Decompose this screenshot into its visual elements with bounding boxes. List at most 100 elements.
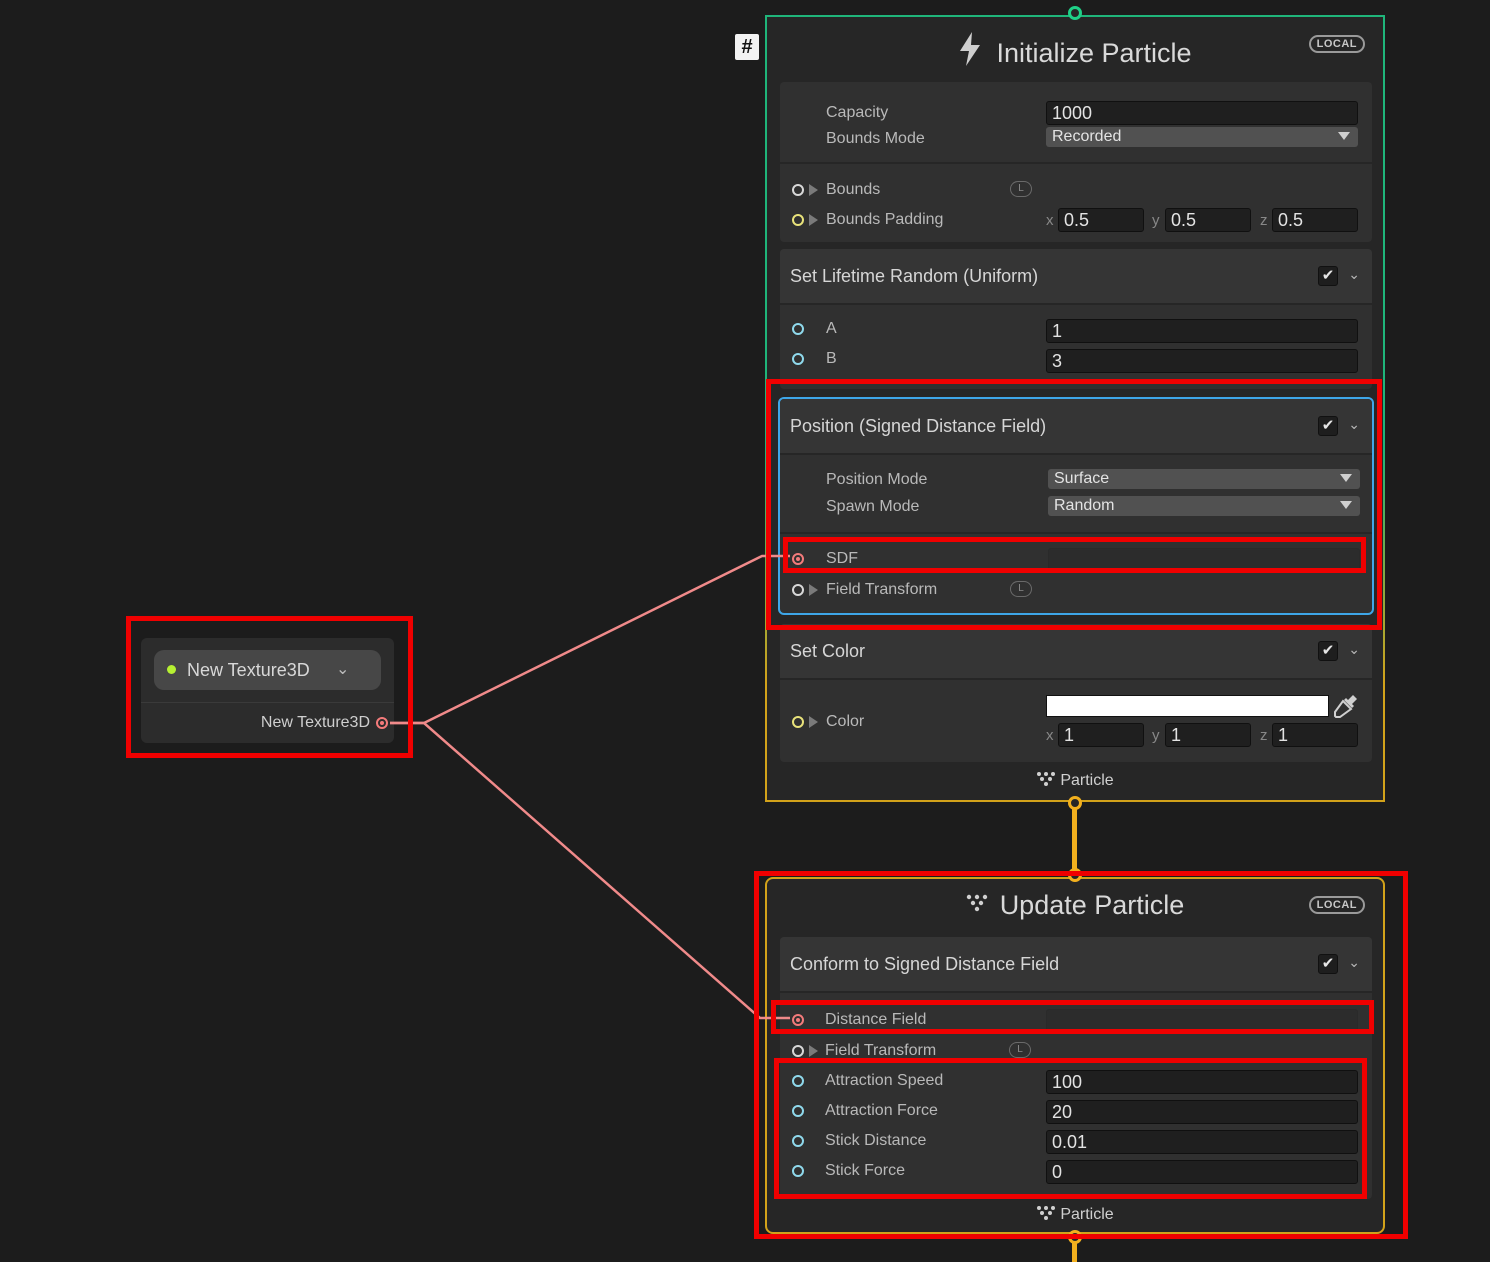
padding-z-field[interactable]: 0.5 xyxy=(1272,208,1358,232)
field-transform-label: Field Transform xyxy=(825,1042,937,1059)
expand-triangle-icon[interactable] xyxy=(809,584,818,596)
b-port[interactable] xyxy=(792,353,804,365)
enable-checkbox[interactable]: ✔ xyxy=(1318,954,1338,974)
enable-checkbox[interactable]: ✔ xyxy=(1318,641,1338,661)
attraction-speed-field[interactable]: 100 xyxy=(1046,1070,1358,1094)
x-axis-label: x xyxy=(1046,727,1054,744)
local-badge[interactable]: LOCAL xyxy=(1308,35,1365,53)
color-swatch[interactable] xyxy=(1046,695,1329,717)
hash-badge[interactable]: # xyxy=(735,34,759,60)
field-transform-port[interactable] xyxy=(792,1045,804,1057)
attraction-force-port[interactable] xyxy=(792,1105,804,1117)
chevron-down-icon[interactable]: ⌄ xyxy=(1348,266,1360,283)
chevron-down-icon[interactable]: ⌄ xyxy=(1348,416,1360,433)
eyedropper-icon[interactable] xyxy=(1333,693,1359,724)
attraction-speed-label: Attraction Speed xyxy=(825,1072,944,1089)
y-axis-label: y xyxy=(1152,212,1160,229)
particle-icon xyxy=(966,888,988,919)
texture3d-node-header[interactable]: New Texture3D ⌄ xyxy=(154,650,381,690)
texture3d-output-port[interactable] xyxy=(376,717,388,729)
enable-checkbox[interactable]: ✔ xyxy=(1318,266,1338,286)
field-transform-port[interactable] xyxy=(792,584,804,596)
distance-field-object-field xyxy=(1046,1009,1358,1033)
a-label: A xyxy=(826,320,837,337)
flow-output-label: Particle xyxy=(767,1205,1383,1226)
position-mode-label: Position Mode xyxy=(826,471,928,488)
initialize-particle-context[interactable]: Initialize Particle LOCAL Capacity 1000 … xyxy=(765,15,1385,802)
conform-sdf-block[interactable]: Conform to Signed Distance Field ✔ ⌄ Dis… xyxy=(780,937,1372,1199)
a-port[interactable] xyxy=(792,323,804,335)
dropdown-arrow-icon xyxy=(1340,501,1352,509)
stick-distance-port[interactable] xyxy=(792,1135,804,1147)
distance-field-wire[interactable] xyxy=(390,721,790,1020)
stick-distance-field[interactable]: 0.01 xyxy=(1046,1130,1358,1154)
divider xyxy=(780,162,1372,164)
local-badge[interactable]: LOCAL xyxy=(1308,896,1365,914)
set-lifetime-block[interactable]: Set Lifetime Random (Uniform) ✔ ⌄ A 1 B … xyxy=(780,249,1372,389)
local-space-badge[interactable]: L xyxy=(1010,581,1032,597)
stick-distance-label: Stick Distance xyxy=(825,1132,927,1149)
update-particle-context[interactable]: Update Particle LOCAL Conform to Signed … xyxy=(765,877,1385,1234)
stick-force-field[interactable]: 0 xyxy=(1046,1160,1358,1184)
stick-force-port[interactable] xyxy=(792,1165,804,1177)
expand-triangle-icon[interactable] xyxy=(809,1045,818,1057)
local-space-badge[interactable]: L xyxy=(1010,181,1032,197)
update-title: Update Particle xyxy=(767,888,1383,921)
color-port[interactable] xyxy=(792,716,804,728)
z-axis-label: z xyxy=(1260,212,1268,229)
divider xyxy=(780,532,1372,534)
chevron-down-icon[interactable]: ⌄ xyxy=(1348,641,1360,658)
padding-y-field[interactable]: 0.5 xyxy=(1165,208,1251,232)
expand-triangle-icon[interactable] xyxy=(809,716,818,728)
bounds-port[interactable] xyxy=(792,184,804,196)
dropdown-arrow-icon xyxy=(1340,474,1352,482)
flow-output-port[interactable] xyxy=(1068,1230,1082,1244)
set-color-block[interactable]: Set Color ✔ ⌄ Color x 1 y 1 z 1 xyxy=(780,624,1372,762)
block-header[interactable]: Conform to Signed Distance Field ✔ ⌄ xyxy=(780,937,1372,993)
capacity-field[interactable]: 1000 xyxy=(1046,101,1358,125)
block-header[interactable]: Set Color ✔ ⌄ xyxy=(780,624,1372,680)
z-axis-label: z xyxy=(1260,727,1268,744)
status-dot-icon xyxy=(167,665,176,674)
initialize-title: Initialize Particle xyxy=(767,32,1383,73)
bounds-mode-label: Bounds Mode xyxy=(826,130,925,147)
bounds-mode-dropdown[interactable]: Recorded xyxy=(1046,127,1358,147)
attraction-force-field[interactable]: 20 xyxy=(1046,1100,1358,1124)
flow-output-port[interactable] xyxy=(1068,796,1082,810)
flow-input-port[interactable] xyxy=(1068,6,1082,20)
chevron-down-icon[interactable]: ⌄ xyxy=(1348,954,1360,971)
local-space-badge[interactable]: L xyxy=(1009,1042,1031,1058)
distance-field-port[interactable] xyxy=(792,1014,804,1026)
x-axis-label: x xyxy=(1046,212,1054,229)
texture3d-node[interactable]: New Texture3D ⌄ New Texture3D xyxy=(141,638,394,743)
flow-input-port[interactable] xyxy=(1068,868,1082,882)
color-y-field[interactable]: 1 xyxy=(1165,723,1251,747)
sdf-port[interactable] xyxy=(792,553,804,565)
chevron-down-icon[interactable]: ⌄ xyxy=(336,659,349,679)
position-mode-dropdown[interactable]: Surface xyxy=(1048,469,1360,489)
spawn-mode-dropdown[interactable]: Random xyxy=(1048,496,1360,516)
color-x-field[interactable]: 1 xyxy=(1058,723,1144,747)
enable-checkbox[interactable]: ✔ xyxy=(1318,416,1338,436)
padding-x-field[interactable]: 0.5 xyxy=(1058,208,1144,232)
attraction-speed-port[interactable] xyxy=(792,1075,804,1087)
system-border-right xyxy=(1406,20,1414,1250)
color-z-field[interactable]: 1 xyxy=(1272,723,1358,747)
particle-icon xyxy=(1036,1205,1056,1226)
bounds-padding-port[interactable] xyxy=(792,214,804,226)
divider xyxy=(141,702,394,703)
a-field[interactable]: 1 xyxy=(1046,319,1358,343)
sdf-label: SDF xyxy=(826,550,858,567)
position-sdf-block[interactable]: Position (Signed Distance Field) ✔ ⌄ Pos… xyxy=(778,397,1374,615)
block-header[interactable]: Position (Signed Distance Field) ✔ ⌄ xyxy=(780,399,1372,455)
expand-triangle-icon[interactable] xyxy=(809,184,818,196)
block-header[interactable]: Set Lifetime Random (Uniform) ✔ ⌄ xyxy=(780,249,1372,305)
bounds-label: Bounds xyxy=(826,181,881,198)
b-field[interactable]: 3 xyxy=(1046,349,1358,373)
block-title: Set Lifetime Random (Uniform) xyxy=(790,266,1039,286)
sdf-wire[interactable] xyxy=(390,554,790,725)
block-title: Set Color xyxy=(790,641,866,661)
distance-field-label: Distance Field xyxy=(825,1011,927,1028)
expand-triangle-icon[interactable] xyxy=(809,214,818,226)
dropdown-arrow-icon xyxy=(1338,132,1350,140)
